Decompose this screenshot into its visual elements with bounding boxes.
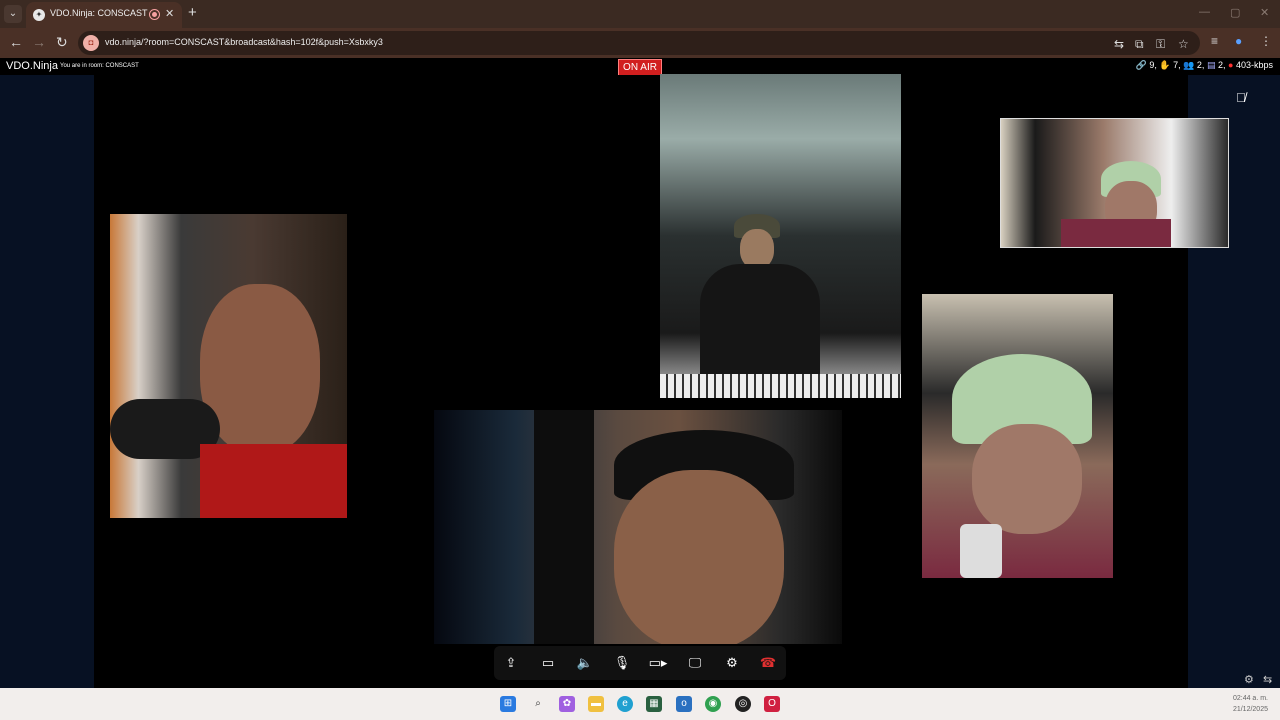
translate-icon[interactable]: ⇆: [1114, 37, 1124, 51]
guest-face: [740, 229, 774, 269]
address-bar[interactable]: ◘ vdo.ninja/?room=CONSCAST&broadcast&has…: [78, 31, 1200, 55]
guest-video-1[interactable]: [110, 214, 347, 518]
guest-face: [614, 470, 784, 644]
directors-count: 2,: [1217, 60, 1226, 70]
site-info-icon[interactable]: ◘: [83, 35, 99, 51]
password-key-icon[interactable]: ⚿: [1156, 37, 1165, 52]
minimize-icon[interactable]: —: [1199, 6, 1210, 18]
profile-avatar-icon[interactable]: ●: [1235, 34, 1242, 48]
reload-icon[interactable]: ↻: [56, 34, 68, 51]
back-arrow-icon[interactable]: ←: [9, 34, 23, 50]
windows-start-icon[interactable]: ⊞: [500, 696, 516, 712]
microphone-icon[interactable]: 🎙: [612, 653, 632, 673]
hands-count: 7,: [1173, 60, 1181, 70]
recording-dot-icon: ●: [1228, 60, 1234, 70]
room-status-text: You are in room: CONSCAST: [60, 63, 139, 69]
vdo-ninja-favicon-icon: ✦: [33, 9, 45, 21]
viewers-icon: 👥: [1183, 60, 1195, 70]
vdo-ninja-logo: VDO.Ninja: [6, 60, 58, 72]
translate-page-icon[interactable]: ⇆: [1263, 673, 1272, 686]
guest-video-2[interactable]: [660, 74, 901, 398]
directors-icon: ▤: [1206, 60, 1216, 70]
copilot-icon[interactable]: ✿: [559, 696, 575, 712]
guest-video-3[interactable]: [434, 410, 842, 644]
file-share-icon[interactable]: ⇪: [501, 653, 521, 673]
piano-keyboard: [660, 374, 901, 398]
url-text: vdo.ninja/?room=CONSCAST&broadcast&hash=…: [105, 37, 383, 47]
new-tab-plus-icon[interactable]: +: [188, 4, 197, 21]
tab-title: VDO.Ninja: CONSCAST: [50, 8, 148, 18]
obs-icon[interactable]: ◎: [735, 696, 751, 712]
file-explorer-icon[interactable]: ▬: [588, 696, 604, 712]
settings-gear-icon[interactable]: ⚙: [722, 653, 742, 673]
hangup-icon[interactable]: ☎: [758, 653, 778, 673]
store-icon[interactable]: ▦: [646, 696, 662, 712]
bitrate: 403-kbps: [1235, 60, 1273, 70]
links-count: 9,: [1149, 60, 1157, 70]
outlook-icon[interactable]: o: [676, 696, 692, 712]
striped-shirt: [1061, 219, 1171, 247]
layout-settings-icon[interactable]: ⚙: [1244, 673, 1254, 686]
forward-arrow-icon[interactable]: →: [32, 34, 46, 50]
browser-tab[interactable]: ✦ VDO.Ninja: CONSCAST ✕: [26, 2, 182, 28]
guest-body: [700, 264, 820, 374]
speaker-icon[interactable]: 🔈: [575, 653, 595, 673]
system-clock[interactable]: 02:44 a. m. 21/12/2025: [1233, 693, 1268, 715]
clock-time: 02:44 a. m.: [1232, 695, 1268, 702]
edge-browser-icon[interactable]: e: [617, 696, 633, 712]
clock-date: 21/12/2025: [1232, 706, 1268, 713]
browser-toolbar: ← → ↻ ◘ vdo.ninja/?room=CONSCAST&broadca…: [0, 28, 1280, 58]
recording-indicator-icon: [149, 9, 160, 20]
viewers-count: 2,: [1196, 60, 1205, 70]
headphones: [534, 410, 594, 644]
hide-self-preview-icon[interactable]: 👁̸: [1236, 90, 1246, 105]
screen-share-icon[interactable]: 🖵: [685, 653, 705, 673]
link-icon: 🔗: [1135, 60, 1147, 70]
tab-search-chevron-icon[interactable]: ⌄: [4, 5, 22, 23]
os-taskbar: ⊞ ⌕ ✿ ▬ e ▦ o ◉ ◎ O 02:44 a. m. 21/12/20…: [0, 688, 1280, 720]
search-icon[interactable]: ⌕: [530, 696, 546, 712]
guest-video-4[interactable]: [922, 294, 1113, 578]
media-controls-icon[interactable]: ≡: [1211, 34, 1218, 48]
raised-hand-icon: ✋: [1159, 60, 1171, 70]
install-app-icon[interactable]: ⧉: [1135, 37, 1144, 52]
maximize-icon[interactable]: ▢: [1230, 6, 1240, 19]
opera-icon[interactable]: O: [764, 696, 780, 712]
bookmark-star-icon[interactable]: ☆: [1178, 37, 1189, 51]
stats-panel: 🔗 9, ✋ 7, 👥 2, ▤ 2, ● 403-kbps: [1136, 60, 1273, 71]
chrome-icon[interactable]: ◉: [705, 696, 721, 712]
close-window-icon[interactable]: ✕: [1260, 6, 1269, 19]
close-tab-icon[interactable]: ✕: [165, 7, 174, 20]
camera-icon[interactable]: ▭▸: [648, 653, 668, 673]
red-shirt: [200, 444, 347, 518]
microphone: [960, 524, 1002, 578]
browser-menu-icon[interactable]: ⋮: [1260, 34, 1272, 48]
chat-icon[interactable]: ▭: [538, 653, 558, 673]
self-preview-video[interactable]: [1000, 118, 1229, 248]
call-control-bar: ⇪ ▭ 🔈 🎙 ▭▸ 🖵 ⚙ ☎: [494, 646, 786, 680]
browser-tab-bar: ⌄ ✦ VDO.Ninja: CONSCAST ✕ + — ▢ ✕: [0, 0, 1280, 28]
guest-face: [972, 424, 1082, 534]
